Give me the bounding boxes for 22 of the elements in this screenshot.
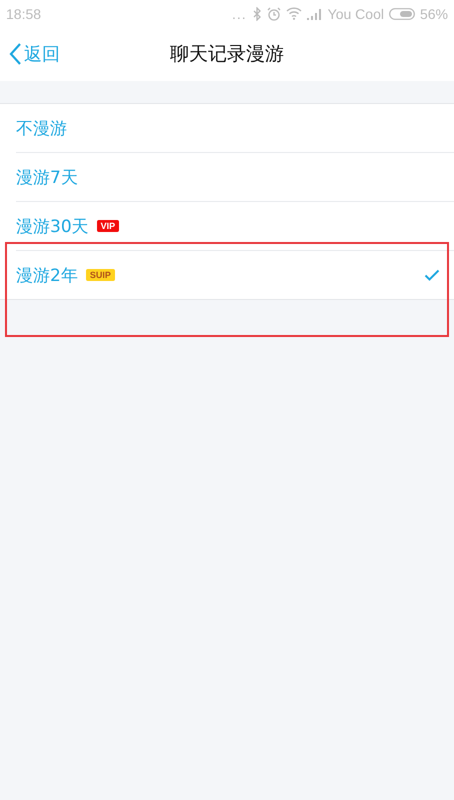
- option-label: 漫游7天: [16, 166, 78, 188]
- chevron-left-icon: [9, 42, 22, 66]
- option-label: 漫游30天: [16, 216, 89, 238]
- wifi-icon: [286, 7, 302, 20]
- option-item[interactable]: 漫游30天 VIP: [16, 201, 454, 250]
- page-title: 聊天记录漫游: [170, 42, 284, 67]
- alarm-icon: [266, 6, 281, 20]
- option-label: 不漫游: [16, 118, 67, 140]
- bluetooth-icon: [252, 6, 262, 20]
- battery-percent: 56%: [420, 6, 448, 22]
- membership-badge: SUIP: [86, 269, 115, 281]
- option-item[interactable]: 不漫游: [16, 104, 454, 152]
- option-item[interactable]: 漫游2年 SUIP: [16, 250, 454, 299]
- back-button[interactable]: 返回: [0, 42, 60, 66]
- membership-badge: VIP: [96, 220, 120, 232]
- signal-icon: [306, 8, 323, 20]
- battery-icon: [388, 8, 415, 20]
- carrier-name: You Cool: [328, 6, 384, 22]
- notification-dots: ...: [232, 6, 247, 22]
- option-label: 漫游2年: [16, 264, 78, 286]
- option-item[interactable]: 漫游7天: [16, 152, 454, 201]
- clock: 18:58: [6, 6, 42, 22]
